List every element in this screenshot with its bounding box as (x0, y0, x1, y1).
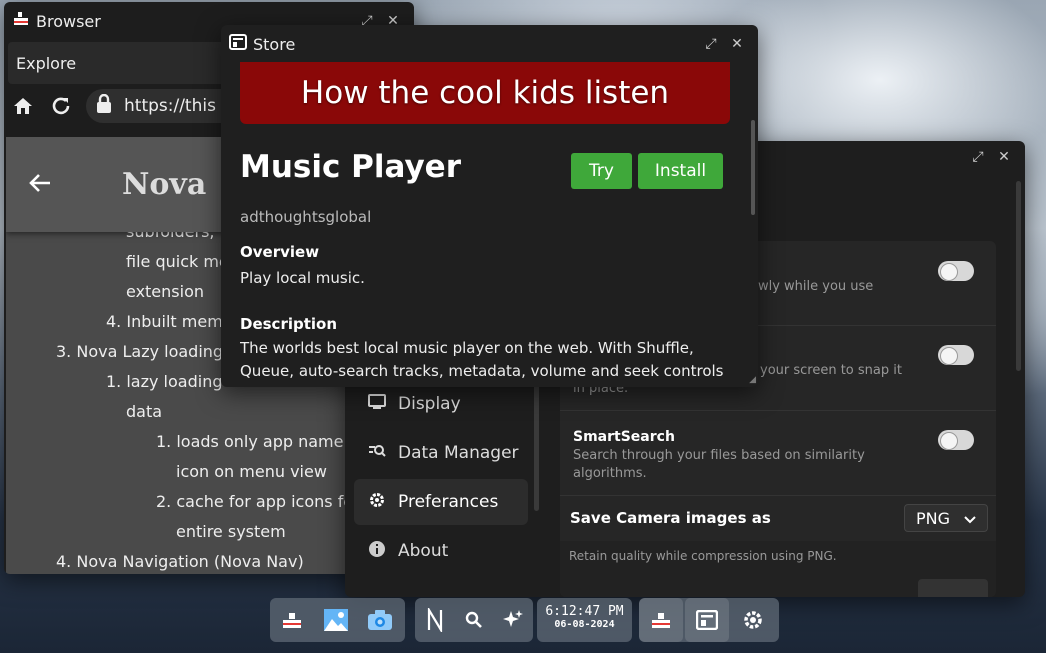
store-app-icon (229, 34, 247, 54)
sidebar-item-preferances[interactable]: Preferances (354, 479, 528, 525)
document-line: 1. loads only app name a (156, 432, 359, 451)
document-line: 1. lazy loading o (106, 372, 238, 391)
document-line: entire system (176, 522, 286, 541)
back-arrow-icon[interactable] (28, 172, 52, 198)
browser-app-icon (12, 11, 30, 31)
document-line: extension (126, 282, 204, 301)
toggle-switch[interactable] (938, 345, 974, 365)
nova-logo-icon[interactable] (415, 598, 454, 642)
browser-open-icon[interactable] (639, 598, 683, 642)
sidebar-scrollbar[interactable] (534, 371, 539, 511)
camera-format-select[interactable]: PNG (904, 504, 988, 532)
gear-icon (368, 491, 386, 514)
setting-row-camera: Save Camera images as PNG (560, 496, 996, 541)
page-title: Nova (122, 167, 207, 202)
taskbar-group-system (415, 598, 533, 642)
description-line: The worlds best local music player on th… (240, 339, 694, 357)
app-name: Music Player (240, 149, 461, 185)
overview-text: Play local music. (240, 269, 365, 287)
setting-desc: Search through your files based on simil… (573, 448, 865, 463)
overview-heading: Overview (240, 243, 320, 261)
taskbar-group-apps (270, 598, 405, 642)
sidebar-item-display[interactable]: Display (354, 381, 528, 427)
taskbar-clock[interactable]: 6:12:47 PM 06-08-2024 (537, 598, 632, 642)
sparkle-icon[interactable] (494, 598, 533, 642)
close-icon[interactable]: ✕ (991, 149, 1017, 165)
sidebar-item-label: About (398, 541, 449, 561)
panel-scrollbar[interactable] (1016, 181, 1021, 371)
app-author[interactable]: adthoughtsglobal (240, 208, 371, 226)
document-line: 4. Nova Navigation (Nova Nav) (56, 552, 304, 571)
store-window: Store ⤢ ✕ How the cool kids listen Music… (221, 25, 758, 387)
maximize-icon[interactable]: ⤢ (698, 36, 724, 52)
document-line: data (126, 402, 163, 421)
lock-icon (96, 93, 112, 119)
setting-desc: algorithms. (573, 466, 647, 481)
sidebar-item-label: Preferances (398, 492, 499, 512)
sidebar-item-data-manager[interactable]: Data Manager (354, 430, 528, 476)
document-line: 2. cache for app icons for (156, 492, 360, 511)
store-banner[interactable]: How the cool kids listen (240, 62, 730, 124)
setting-row-smartsearch: SmartSearch Search through your files ba… (560, 411, 996, 496)
data-search-icon (368, 443, 386, 464)
smartsearch-toggle[interactable] (938, 430, 974, 450)
resize-handle-icon[interactable]: ◢ (749, 375, 756, 385)
settings-window-controls: ⤢ ✕ (965, 149, 1017, 165)
store-open-icon[interactable] (685, 598, 729, 642)
close-icon[interactable]: ✕ (724, 36, 750, 52)
description-heading: Description (240, 315, 338, 333)
install-button[interactable]: Install (638, 153, 723, 189)
sidebar-item-label: Data Manager (398, 443, 519, 463)
camera-format-label: Save Camera images as (570, 509, 771, 527)
clock-time: 6:12:47 PM (545, 604, 624, 619)
description-text: The worlds best local music player on th… (240, 337, 730, 383)
camera-icon[interactable] (358, 598, 402, 642)
try-button[interactable]: Try (571, 153, 632, 189)
taskbar-group-open-windows (639, 598, 779, 642)
store-scrollbar[interactable] (751, 120, 755, 215)
reload-icon[interactable] (48, 93, 74, 119)
settings-open-icon[interactable] (731, 598, 775, 642)
home-icon[interactable] (10, 93, 36, 119)
sidebar-item-about[interactable]: About (354, 528, 528, 574)
url-text: https://this (124, 96, 216, 116)
toggle-switch[interactable] (938, 261, 974, 281)
browser-taskbar-icon[interactable] (270, 598, 314, 642)
description-line: Queue, auto-search tracks, metadata, vol… (240, 362, 724, 380)
setting-title: SmartSearch (573, 429, 675, 445)
search-icon[interactable] (454, 598, 493, 642)
camera-format-value: PNG (915, 508, 950, 528)
store-title: Store (253, 34, 296, 54)
info-icon (368, 540, 386, 563)
maximize-icon[interactable]: ⤢ (965, 149, 991, 165)
setting-row-camera-hint: Retain quality while compression using P… (560, 541, 996, 597)
browser-tab-label: Explore (16, 53, 77, 73)
sidebar-item-label: Display (398, 394, 461, 414)
document-line: 3. Nova Lazy loading a (56, 342, 238, 361)
document-line: icon on menu view (176, 462, 327, 481)
camera-format-hint: Retain quality while compression using P… (569, 549, 837, 563)
partial-select[interactable] (918, 579, 988, 597)
chevron-down-icon (964, 509, 976, 528)
monitor-icon (368, 393, 386, 415)
gallery-icon[interactable] (314, 598, 358, 642)
document-line: 4. Inbuilt meme (106, 312, 233, 331)
clock-date: 06-08-2024 (554, 619, 615, 630)
store-titlebar[interactable]: Store ⤢ ✕ (221, 25, 758, 63)
document-line: file quick me (126, 252, 229, 271)
